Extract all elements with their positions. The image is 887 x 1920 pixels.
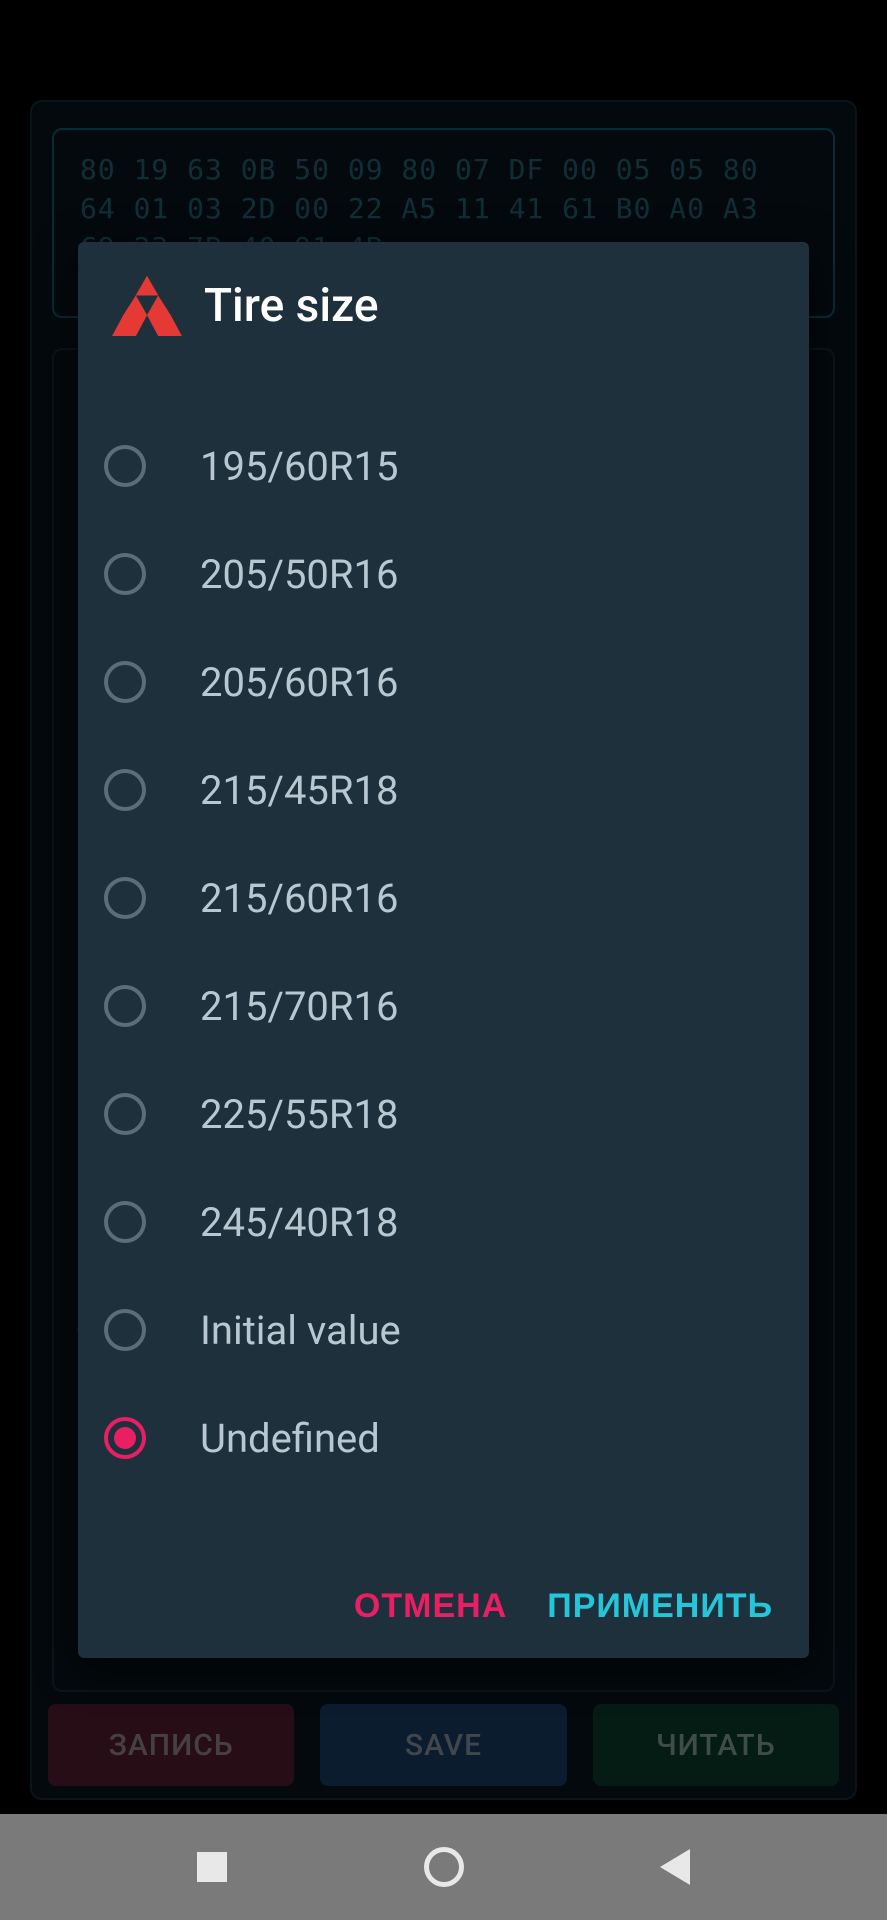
option-label: 205/50R16 bbox=[200, 551, 399, 598]
option-label: Undefined bbox=[200, 1415, 380, 1462]
radio-icon bbox=[104, 1309, 146, 1351]
option-label: 215/45R18 bbox=[200, 767, 399, 814]
dialog-title: Tire size bbox=[204, 279, 378, 333]
radio-icon bbox=[104, 445, 146, 487]
cancel-button[interactable]: ОТМЕНА bbox=[354, 1587, 507, 1626]
tire-size-dialog: Tire size 185/70R14 195/60R15 205/50R16 … bbox=[78, 242, 809, 1658]
tire-option[interactable]: 215/45R18 bbox=[78, 736, 809, 844]
mitsubishi-icon bbox=[112, 276, 182, 336]
option-label: Initial value bbox=[200, 1307, 401, 1354]
radio-icon bbox=[104, 985, 146, 1027]
tire-option[interactable]: 245/40R18 bbox=[78, 1168, 809, 1276]
back-icon[interactable] bbox=[660, 1849, 690, 1885]
radio-icon bbox=[104, 661, 146, 703]
apply-button[interactable]: ПРИМЕНИТЬ bbox=[547, 1587, 773, 1626]
tire-option[interactable]: Undefined bbox=[78, 1384, 809, 1492]
radio-icon bbox=[104, 1201, 146, 1243]
android-nav-bar bbox=[0, 1814, 887, 1920]
home-icon[interactable] bbox=[424, 1847, 464, 1887]
dialog-actions: ОТМЕНА ПРИМЕНИТЬ bbox=[78, 1559, 809, 1658]
tire-option[interactable]: 195/60R15 bbox=[78, 412, 809, 520]
option-label: 215/70R16 bbox=[200, 983, 399, 1030]
tire-option[interactable]: 205/60R16 bbox=[78, 628, 809, 736]
radio-icon bbox=[104, 769, 146, 811]
radio-icon-selected bbox=[104, 1417, 146, 1459]
radio-icon bbox=[104, 553, 146, 595]
option-label: 195/60R15 bbox=[200, 443, 399, 490]
tire-option[interactable]: 215/70R16 bbox=[78, 952, 809, 1060]
tire-option[interactable]: 225/55R18 bbox=[78, 1060, 809, 1168]
option-label: 225/55R18 bbox=[200, 1091, 399, 1138]
option-label: 215/60R16 bbox=[200, 875, 399, 922]
dialog-option-list[interactable]: 185/70R14 195/60R15 205/50R16 205/60R16 … bbox=[78, 360, 809, 1559]
tire-option[interactable]: 185/70R14 bbox=[78, 360, 809, 412]
tire-option[interactable]: 215/60R16 bbox=[78, 844, 809, 952]
tire-option[interactable]: Initial value bbox=[78, 1276, 809, 1384]
dialog-header: Tire size bbox=[78, 242, 809, 360]
recent-apps-icon[interactable] bbox=[197, 1852, 227, 1882]
tire-option[interactable]: 205/50R16 bbox=[78, 520, 809, 628]
radio-icon bbox=[104, 877, 146, 919]
option-label: 245/40R18 bbox=[200, 1199, 399, 1246]
option-label: 205/60R16 bbox=[200, 659, 399, 706]
radio-icon bbox=[104, 1093, 146, 1135]
